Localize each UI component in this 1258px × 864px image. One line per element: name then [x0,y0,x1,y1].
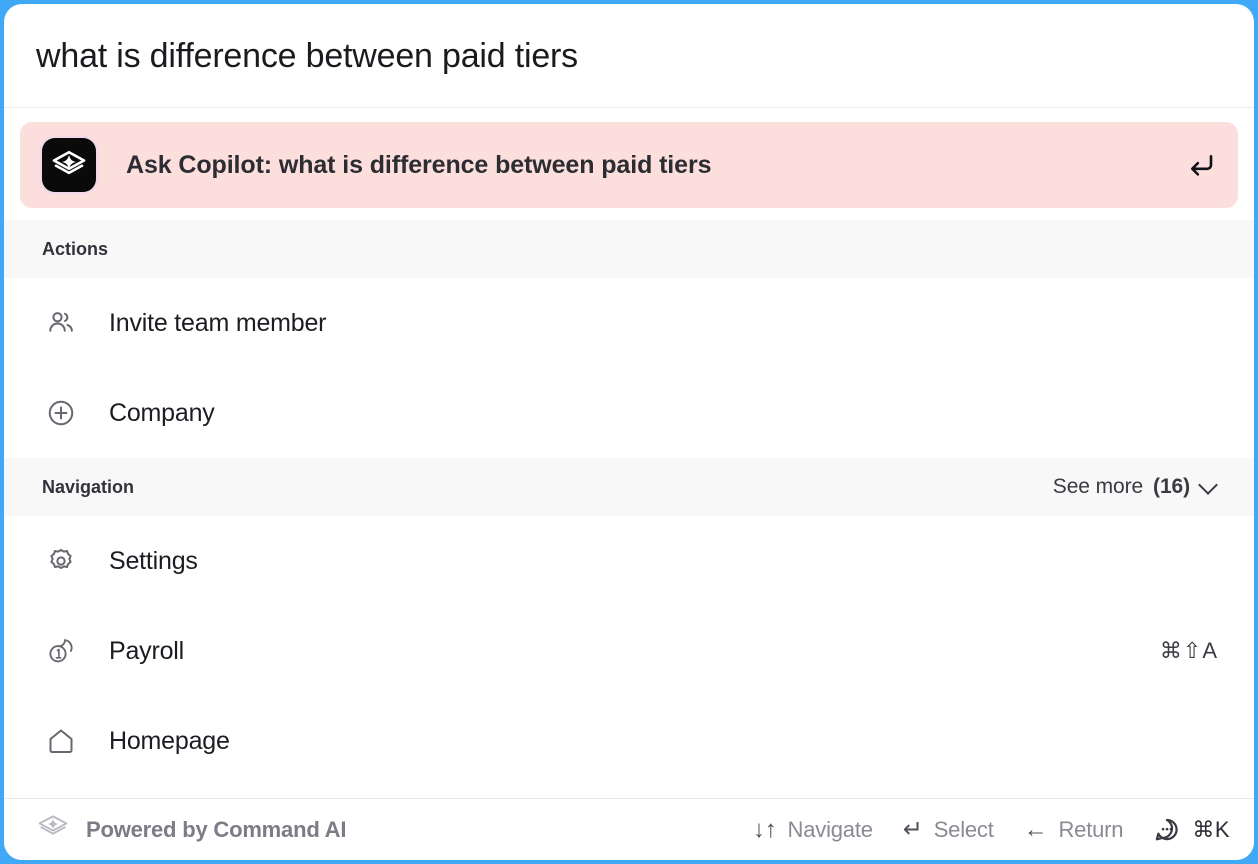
result-item-label: Invite team member [109,308,327,337]
hint-select: ↵ Select [903,817,994,843]
section-title: Navigation [42,476,135,497]
command-ai-logo-icon [42,138,96,192]
brand-label: Powered by Command AI [86,816,347,842]
result-item-label: Payroll [109,636,185,665]
result-item-shortcut: ⌘⇧A [1159,638,1218,663]
result-item-company[interactable]: Company [4,368,1254,458]
brand-credit: Powered by Command AI [36,810,346,849]
coins-icon [44,636,78,666]
see-more-label: See more [1052,475,1144,498]
gear-icon [44,546,78,576]
hint-label: Navigate [787,816,873,842]
result-item-partial[interactable]: Homepage [4,696,1254,786]
result-item-label: Company [109,398,215,427]
cmdk-shortcut-label: ⌘K [1192,816,1230,842]
chat-shortcut[interactable]: ⌘K [1153,816,1230,844]
hint-return: ← Return [1024,817,1124,843]
search-input[interactable]: what is difference between paid tiers [36,39,578,73]
hint-label: Return [1058,816,1124,842]
hint-label: Select [933,816,994,842]
arrow-left-icon: ← [1023,815,1048,843]
hint-navigate: ↓↑ Navigate [753,817,873,843]
palette-footer: Powered by Command AI ↓↑ Navigate ↵ Sele… [4,798,1254,860]
chevron-down-icon [1200,476,1218,494]
results-list: Ask Copilot: what is difference between … [4,108,1254,798]
result-item-payroll[interactable]: Payroll ⌘⇧A [4,606,1254,696]
see-more-count: (16) [1153,475,1190,498]
footer-hints: ↓↑ Navigate ↵ Select ← Return ⌘K [753,816,1230,844]
result-item-label: Settings [109,546,198,575]
result-item-invite-team-member[interactable]: Invite team member [4,278,1254,368]
section-header-navigation: Navigation See more (16) [4,458,1254,516]
ask-copilot-label: Ask Copilot: what is difference between … [126,150,712,179]
circle-plus-icon [44,398,78,428]
search-bar[interactable]: what is difference between paid tiers [4,4,1254,108]
section-header-actions: Actions [4,220,1254,278]
ask-copilot-row[interactable]: Ask Copilot: what is difference between … [20,122,1238,208]
arrow-up-down-icon: ↓↑ [752,815,777,843]
see-more-button[interactable]: See more (16) [1053,475,1218,499]
section-title: Actions [42,238,109,259]
command-ai-logo-icon [36,810,70,849]
home-icon [44,726,78,756]
result-item-label: Homepage [109,726,230,755]
return-arrow-icon: ↵ [902,815,923,843]
users-icon [44,308,78,338]
chat-bubble-icon [1153,816,1181,844]
command-palette-panel: what is difference between paid tiers As… [4,4,1254,860]
return-arrow-icon [1186,150,1216,180]
result-item-settings[interactable]: Settings [4,516,1254,606]
